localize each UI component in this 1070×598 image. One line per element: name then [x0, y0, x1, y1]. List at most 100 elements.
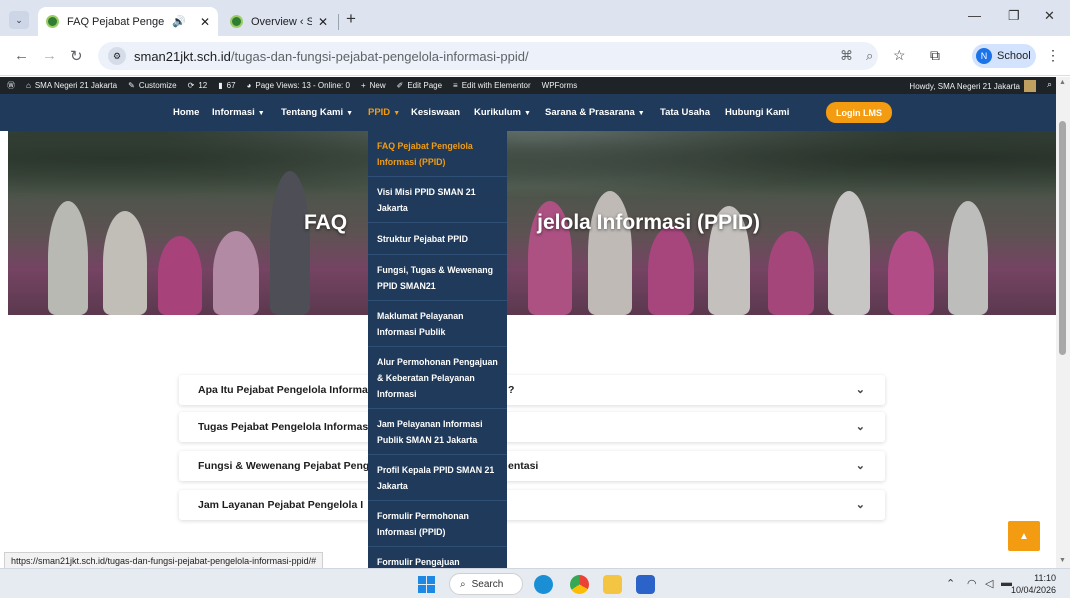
admin-elementor-label: Edit with Elementor	[461, 81, 531, 90]
dropdown-item-struktur[interactable]: Struktur Pejabat PPID	[368, 223, 507, 255]
new-tab-icon[interactable]: +	[346, 9, 356, 29]
hero-banner: FAQ jelola Informasi (PPID)	[8, 131, 1056, 315]
scroll-up-icon[interactable]: ▲	[1059, 79, 1066, 86]
hero-title-right: jelola Informasi (PPID)	[537, 211, 761, 234]
scroll-down-icon[interactable]: ▼	[1059, 557, 1066, 564]
admin-updates-link[interactable]: ⟳ 12	[188, 81, 208, 90]
edge-icon[interactable]	[534, 575, 553, 594]
admin-comments-link[interactable]: ▮ 67	[218, 81, 235, 90]
dropdown-item-formulir-permohonan[interactable]: Formulir Permohonan Informasi (PPID)	[368, 501, 507, 547]
dropdown-item-maklumat[interactable]: Maklumat Pelayanan Informasi Publik	[368, 301, 507, 347]
faq-accordion-item[interactable]: Tugas Pejabat Pengelola Informas ⌄	[179, 412, 885, 442]
dropdown-item-faq-ppid[interactable]: FAQ Pejabat Pengelola Informasi (PPID)	[368, 131, 507, 177]
elementor-icon: ≡	[453, 81, 458, 90]
login-lms-button[interactable]: Login LMS	[826, 102, 892, 123]
extensions-icon[interactable]: ⧉	[930, 47, 940, 64]
plus-icon: +	[360, 81, 366, 90]
site-favicon-icon	[230, 15, 243, 28]
admin-customize-label: Customize	[138, 81, 177, 90]
volume-icon[interactable]: ◁	[985, 577, 993, 590]
faq-accordion-item[interactable]: Fungsi & Wewenang Pejabat Peng entasi ⌄	[179, 451, 885, 481]
restore-icon[interactable]: ❐	[1008, 8, 1020, 24]
dropdown-item-label: Struktur Pejabat PPID	[377, 233, 468, 244]
forward-icon[interactable]: →	[42, 47, 57, 64]
profile-button[interactable]: N School	[972, 44, 1036, 68]
nav-kurikulum[interactable]: Kurikulum ▼	[474, 107, 531, 118]
tray-overflow-icon[interactable]: ⌃	[946, 577, 955, 590]
tab-overview[interactable]: Overview ‹ SMA Negeri 21 Jaka ✕	[222, 7, 336, 36]
scroll-thumb[interactable]	[1059, 121, 1066, 355]
home-icon: ⌂	[26, 81, 31, 90]
nav-tentang-kami[interactable]: Tentang Kami ▼	[281, 107, 353, 118]
page-title: FAQ jelola Informasi (PPID)	[8, 211, 1056, 235]
admin-updates-count: 12	[198, 81, 208, 90]
tab-search-icon[interactable]: ⌄	[9, 11, 29, 29]
audio-icon[interactable]: 🔊	[172, 15, 186, 28]
wordpress-logo-icon[interactable]: Ⓦ	[7, 80, 15, 91]
wifi-icon[interactable]: ◠	[967, 577, 977, 590]
admin-search-icon[interactable]: ⌕	[1047, 79, 1052, 90]
admin-howdy-label: Howdy, SMA Negeri 21 Jakarta	[909, 81, 1020, 91]
nav-sarana-prasarana[interactable]: Sarana & Prasarana ▼	[545, 107, 645, 118]
admin-edit-page-link[interactable]: ✐ Edit Page	[397, 81, 442, 90]
taskbar-clock[interactable]: 11:10 10/04/2026	[1006, 572, 1056, 596]
address-bar[interactable]: ⚙ sman21jkt.sch.id/tugas-dan-fungsi-peja…	[98, 42, 878, 70]
nav-kesiswaan-label: Kesiswaan	[411, 107, 461, 118]
word-icon[interactable]	[636, 575, 655, 594]
admin-customize-link[interactable]: ✎ Customize	[128, 81, 177, 90]
zoom-icon[interactable]: ⌕	[866, 42, 873, 70]
chrome-menu-icon[interactable]: ⋮	[1046, 47, 1060, 64]
dropdown-item-alur-permohonan[interactable]: Alur Permohonan Pengajuan & Keberatan Pe…	[368, 347, 507, 409]
minimize-icon[interactable]: —	[968, 8, 981, 23]
nav-kesiswaan[interactable]: Kesiswaan	[411, 107, 460, 118]
url-path: /tugas-dan-fungsi-pejabat-pengelola-info…	[230, 48, 529, 64]
dropdown-item-fungsi-tugas[interactable]: Fungsi, Tugas & Wewenang PPID SMAN21	[368, 255, 507, 301]
chrome-icon[interactable]	[570, 575, 589, 594]
bookmark-star-icon[interactable]: ☆	[893, 47, 906, 64]
tab-faq[interactable]: FAQ Pejabat Pengelola Infor 🔊 ✕	[38, 7, 218, 36]
dropdown-item-formulir-pengajuan[interactable]: Formulir Pengajuan	[368, 547, 507, 568]
back-to-top-button[interactable]: ▲	[1008, 521, 1040, 551]
nav-informasi[interactable]: Informasi ▼	[212, 107, 265, 118]
admin-account-menu[interactable]: Howdy, SMA Negeri 21 Jakarta	[909, 80, 1036, 92]
taskbar-search-label: Search	[471, 578, 504, 590]
reload-icon[interactable]: ↻	[70, 47, 83, 65]
site-info-icon[interactable]: ⚙	[108, 47, 126, 65]
page-scrollbar[interactable]: ▲ ▼	[1056, 77, 1070, 568]
close-window-icon[interactable]: ✕	[1044, 8, 1055, 24]
back-icon[interactable]: ←	[14, 47, 29, 64]
faq-accordion-item[interactable]: Jam Layanan Pejabat Pengelola I ⌄	[179, 490, 885, 520]
dropdown-item-profil-kepala[interactable]: Profil Kepala PPID SMAN 21 Jakarta	[368, 455, 507, 501]
translate-icon[interactable]: ⌘	[840, 42, 853, 70]
dropdown-item-jam-pelayanan[interactable]: Jam Pelayanan Informasi Publik SMAN 21 J…	[368, 409, 507, 455]
file-explorer-icon[interactable]	[603, 575, 622, 594]
admin-new-link[interactable]: + New	[361, 81, 386, 90]
taskbar-search[interactable]: ⌕ Search	[449, 573, 523, 595]
clock-date: 10/04/2026	[1010, 585, 1056, 595]
nav-ppid[interactable]: PPID ▼	[368, 107, 400, 118]
nav-hubungi-kami[interactable]: Hubungi Kami	[725, 107, 789, 118]
admin-site-link[interactable]: ⌂ SMA Negeri 21 Jakarta	[26, 81, 117, 90]
url-domain: sman21jkt.sch.id	[134, 48, 231, 64]
chevron-down-icon: ▼	[637, 110, 645, 117]
faq-accordion-item[interactable]: Apa Itu Pejabat Pengelola Informa? ⌄	[179, 375, 885, 405]
dropdown-item-visi-misi[interactable]: Visi Misi PPID SMAN 21 Jakarta	[368, 177, 507, 223]
nav-sarana-prasarana-label: Sarana & Prasarana	[545, 107, 635, 118]
close-tab-icon[interactable]: ✕	[318, 15, 328, 29]
dropdown-item-label: Profil Kepala PPID SMAN 21 Jakarta	[377, 464, 495, 491]
admin-wpforms-link[interactable]: WPForms	[542, 81, 578, 90]
admin-page-views[interactable]: ◕ Page Views: 13 - Online: 0	[247, 81, 350, 90]
windows-start-icon[interactable]	[418, 576, 435, 593]
nav-tata-usaha[interactable]: Tata Usaha	[660, 107, 710, 118]
profile-label: School	[997, 50, 1031, 62]
admin-elementor-link[interactable]: ≡ Edit with Elementor	[453, 81, 531, 90]
nav-home[interactable]: Home	[173, 107, 199, 118]
clock-time: 11:10	[1034, 573, 1056, 583]
windows-taskbar: ⌕ Search ⌃ ◠ ◁ ▬ 11:10 10/04/2026	[0, 568, 1070, 598]
status-bar-url: https://sman21jkt.sch.id/tugas-dan-fungs…	[4, 552, 324, 569]
faq-question-tail: ?	[508, 384, 515, 396]
close-tab-icon[interactable]: ✕	[200, 15, 210, 29]
search-icon: ⌕	[460, 578, 466, 590]
browser-toolbar: ← → ↻ ⚙ sman21jkt.sch.id/tugas-dan-fungs…	[0, 36, 1070, 76]
tab-title: FAQ Pejabat Pengelola Infor	[67, 15, 165, 28]
